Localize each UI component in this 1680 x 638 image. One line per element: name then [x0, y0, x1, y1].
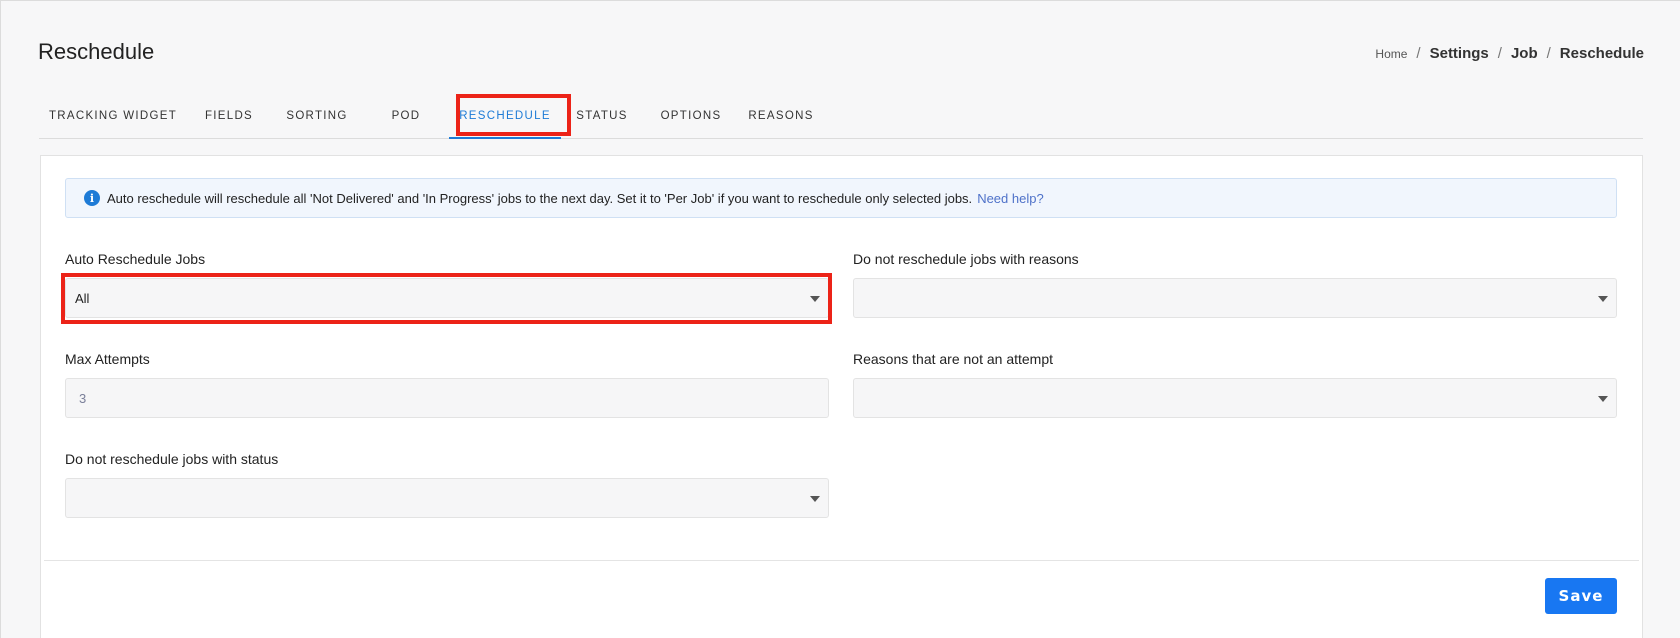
page-title: Reschedule [38, 39, 155, 64]
no-reschedule-status-select[interactable] [65, 478, 829, 518]
settings-tabs: TRACKING WIDGET FIELDS SORTING POD RESCH… [39, 93, 1643, 139]
tab-fields[interactable]: FIELDS [187, 93, 271, 138]
reschedule-settings-card: i Auto reschedule will reschedule all 'N… [40, 155, 1643, 638]
info-text: Auto reschedule will reschedule all 'Not… [107, 190, 973, 206]
breadcrumb-separator: / [1416, 45, 1421, 62]
info-alert: i Auto reschedule will reschedule all 'N… [65, 178, 1617, 218]
auto-reschedule-value: All [75, 290, 90, 306]
auto-reschedule-label: Auto Reschedule Jobs [65, 251, 206, 267]
tab-pod[interactable]: POD [363, 93, 449, 138]
max-attempts-value: 3 [79, 390, 87, 406]
breadcrumb-job[interactable]: Job [1511, 45, 1538, 62]
save-button[interactable]: Save [1545, 578, 1617, 614]
auto-reschedule-select[interactable]: All [65, 278, 829, 318]
not-attempt-reasons-label: Reasons that are not an attempt [853, 351, 1054, 367]
breadcrumb-separator: / [1497, 45, 1502, 62]
tab-reasons[interactable]: REASONS [739, 93, 823, 138]
no-reschedule-reasons-label: Do not reschedule jobs with reasons [853, 251, 1079, 267]
tab-tracking-widget[interactable]: TRACKING WIDGET [39, 93, 187, 138]
tab-options[interactable]: OPTIONS [643, 93, 739, 138]
breadcrumb: Home / Settings / Job / Reschedule [1375, 45, 1644, 62]
max-attempts-label: Max Attempts [65, 351, 150, 367]
tab-sorting[interactable]: SORTING [271, 93, 363, 138]
chevron-down-icon [810, 296, 820, 302]
chevron-down-icon [1598, 396, 1608, 402]
no-reschedule-status-label: Do not reschedule jobs with status [65, 451, 279, 467]
footer-divider [44, 560, 1639, 561]
max-attempts-input[interactable]: 3 [65, 378, 829, 418]
chevron-down-icon [1598, 296, 1608, 302]
tab-reschedule[interactable]: RESCHEDULE [449, 93, 561, 139]
tab-status[interactable]: STATUS [561, 93, 643, 138]
chevron-down-icon [810, 496, 820, 502]
breadcrumb-separator: / [1546, 45, 1551, 62]
breadcrumb-settings[interactable]: Settings [1430, 45, 1489, 62]
info-icon: i [84, 190, 100, 206]
no-reschedule-reasons-select[interactable] [853, 278, 1617, 318]
not-attempt-reasons-select[interactable] [853, 378, 1617, 418]
breadcrumb-home[interactable]: Home [1375, 47, 1407, 61]
need-help-link[interactable]: Need help? [977, 191, 1044, 206]
breadcrumb-current: Reschedule [1559, 45, 1644, 62]
